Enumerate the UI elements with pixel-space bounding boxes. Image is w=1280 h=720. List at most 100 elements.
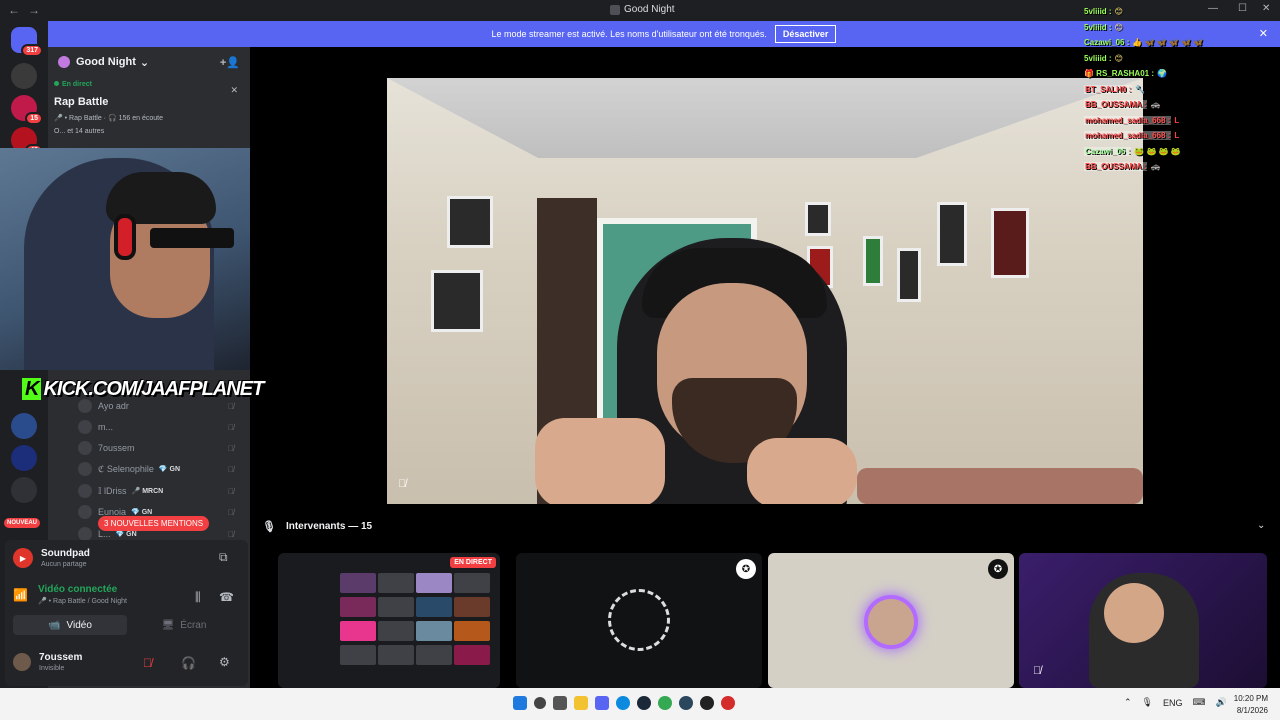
stream-chat-overlay: 5vliiid : 😊 5vliiid : 😊 Cazawi_06 : 👍 🦋 🦋 🦋… [1084,4,1280,175]
poster [447,196,493,248]
soundpad-status: Aucun partage [41,561,87,568]
member-tag: 💎 GN [131,509,153,516]
member-row[interactable]: m... 🎙̸ [78,418,248,436]
unread-badge: 15 [25,112,43,125]
steam-icon[interactable] [637,696,651,710]
avatar [78,420,92,434]
volume-icon[interactable]: 🔊 [1216,697,1227,708]
server-icon[interactable]: 15 [11,95,43,125]
stage-moderator-icon: ✪ [736,559,756,579]
back-icon[interactable]: ← [6,3,22,17]
chat-user: Cazawi_06 : [1084,38,1130,48]
mic-muted-icon[interactable]: 🎙̸ [143,656,152,670]
member-row[interactable]: 7oussem 🎙̸ [78,439,248,457]
language-indicator[interactable]: ENG [1163,698,1183,708]
stage-moderator-icon: ✪ [988,559,1008,579]
mic-icon[interactable]: 🎙 [1142,697,1153,708]
server-icon[interactable] [11,63,37,89]
headphones-icon[interactable]: 🎧 [181,656,196,670]
avatar [13,653,31,671]
date: 8/1/2026 [1236,706,1268,715]
network-icon[interactable]: ⌨ [1193,697,1206,708]
edge-icon[interactable] [616,696,630,710]
speaker-tile[interactable]: ✪ [768,553,1014,688]
thumbnail [416,597,452,617]
discord-icon[interactable] [595,696,609,710]
live-badge: EN DIRECT [450,557,496,568]
streamer-webcam [0,148,250,370]
search-icon[interactable] [534,697,546,709]
task-view-icon[interactable] [553,696,567,710]
muted-icon: 🎙̸ [228,486,234,496]
chat-text: L [1174,131,1180,141]
member-row[interactable]: ℭ Selenophile 💎 GN 🎙̸ [78,460,248,478]
file-explorer-icon[interactable] [574,696,588,710]
chat-user: mohamed_sadia_668 : [1084,131,1172,141]
forward-icon[interactable]: → [26,3,42,17]
thumbnail [454,645,490,665]
chat-text: 😊 [1114,22,1123,32]
steam-icon[interactable] [679,696,693,710]
thumbnail [340,621,376,641]
user-status: Invisible [39,665,65,672]
chrome-icon[interactable] [658,696,672,710]
clock[interactable]: 10:20 PM 8/1/2026 [1234,693,1268,717]
muted-icon: 🎙̸ [228,422,234,432]
disconnect-icon[interactable]: ☎ [219,590,234,604]
chat-text: L [1174,115,1180,125]
member-row[interactable]: 𝕀 lDriss 🎤 MRCN 🎙̸ [78,482,248,500]
new-mentions-pill[interactable]: 3 NOUVELLES MENTIONS [98,516,210,531]
chat-message: BB_OUSSAMA : 🚓 [1084,97,1280,113]
invite-people-icon[interactable]: +👤 [220,56,240,69]
home-button[interactable]: 317 [11,27,43,57]
server-icon[interactable] [11,477,37,503]
unread-badge: 317 [21,44,43,57]
noise-suppression-icon[interactable]: ⫼ [195,590,201,605]
speaking-avatar [864,595,918,649]
speakers-label: Intervenants — 15 [285,521,373,532]
soundpad-row[interactable]: ▶ Soundpad Aucun partage [13,548,90,568]
speaker-tile-video[interactable]: 🎙̸ [1019,553,1267,688]
server-icon[interactable] [11,445,37,471]
chat-text: 😊 [1114,7,1123,17]
screen: ← → Good Night — ☐ ✕ Le mode streamer es… [0,0,1280,720]
user-info[interactable]: 7oussem Invisible [13,652,82,672]
thumbnail [454,573,490,593]
app-icon[interactable] [721,696,735,710]
disable-streamer-mode-button[interactable]: Désactiver [774,25,837,43]
speakers-header[interactable]: 🎙 Intervenants — 15 [262,520,372,533]
new-badge: NOUVEAU [4,518,41,528]
gear-icon[interactable]: ⚙ [219,655,230,669]
main-video-feed[interactable] [387,78,1143,504]
chat-message: mohamed_sadia_668 :L [1084,113,1280,129]
voice-connection-row: 📶 Vidéo connectée 🎤 • Rap Battle / Good … [13,584,127,605]
chevron-down-icon[interactable]: ⌄ [1257,520,1265,531]
avatar [78,462,92,476]
mic-icon: 🎙 [262,521,276,533]
kick-overlay: K KICK.COM/JAAFPLANET [22,378,264,401]
video-button[interactable]: 📹 Vidéo [13,615,127,635]
close-icon[interactable]: ✕ [230,85,238,96]
chevron-down-icon: ⌄ [139,56,150,69]
speaker-tile-screenshare[interactable]: EN DIRECT [278,553,500,688]
user-panel: ▶ Soundpad Aucun partage ⧉ 📶 Vidéo conne… [5,540,248,686]
screen-button[interactable]: 🖥 Écran [127,615,241,635]
speaker-tile[interactable]: ✪ [516,553,762,688]
stage-card[interactable]: En direct Rap Battle 🎤 • Rap Battle · 🎧 … [54,81,244,157]
server-header[interactable]: Good Night ⌄ +👤 [48,47,250,77]
system-tray: ⌃ 🎙 ENG ⌨ 🔊 [1124,697,1227,708]
start-icon[interactable] [513,696,527,710]
screen-share-icon[interactable]: ⧉ [219,550,228,565]
thumbnail [378,621,414,641]
chat-message: 5vliiid : 😊 [1084,51,1280,67]
thumbnail [416,621,452,641]
obs-icon[interactable] [700,696,714,710]
server-icon[interactable] [11,413,37,439]
chevron-up-icon[interactable]: ⌃ [1124,697,1132,708]
chat-message: mohamed_sadia_668 :L [1084,128,1280,144]
avatar [78,399,92,413]
voice-channel[interactable]: 🎤 • Rap Battle / Good Night [38,597,127,605]
voice-status: Vidéo connectée [37,584,118,595]
member-name: m... [98,422,113,432]
chat-message: Cazawi_06 : 👍 🦋 🦋 🦋 🦋 🦋 [1084,35,1280,51]
